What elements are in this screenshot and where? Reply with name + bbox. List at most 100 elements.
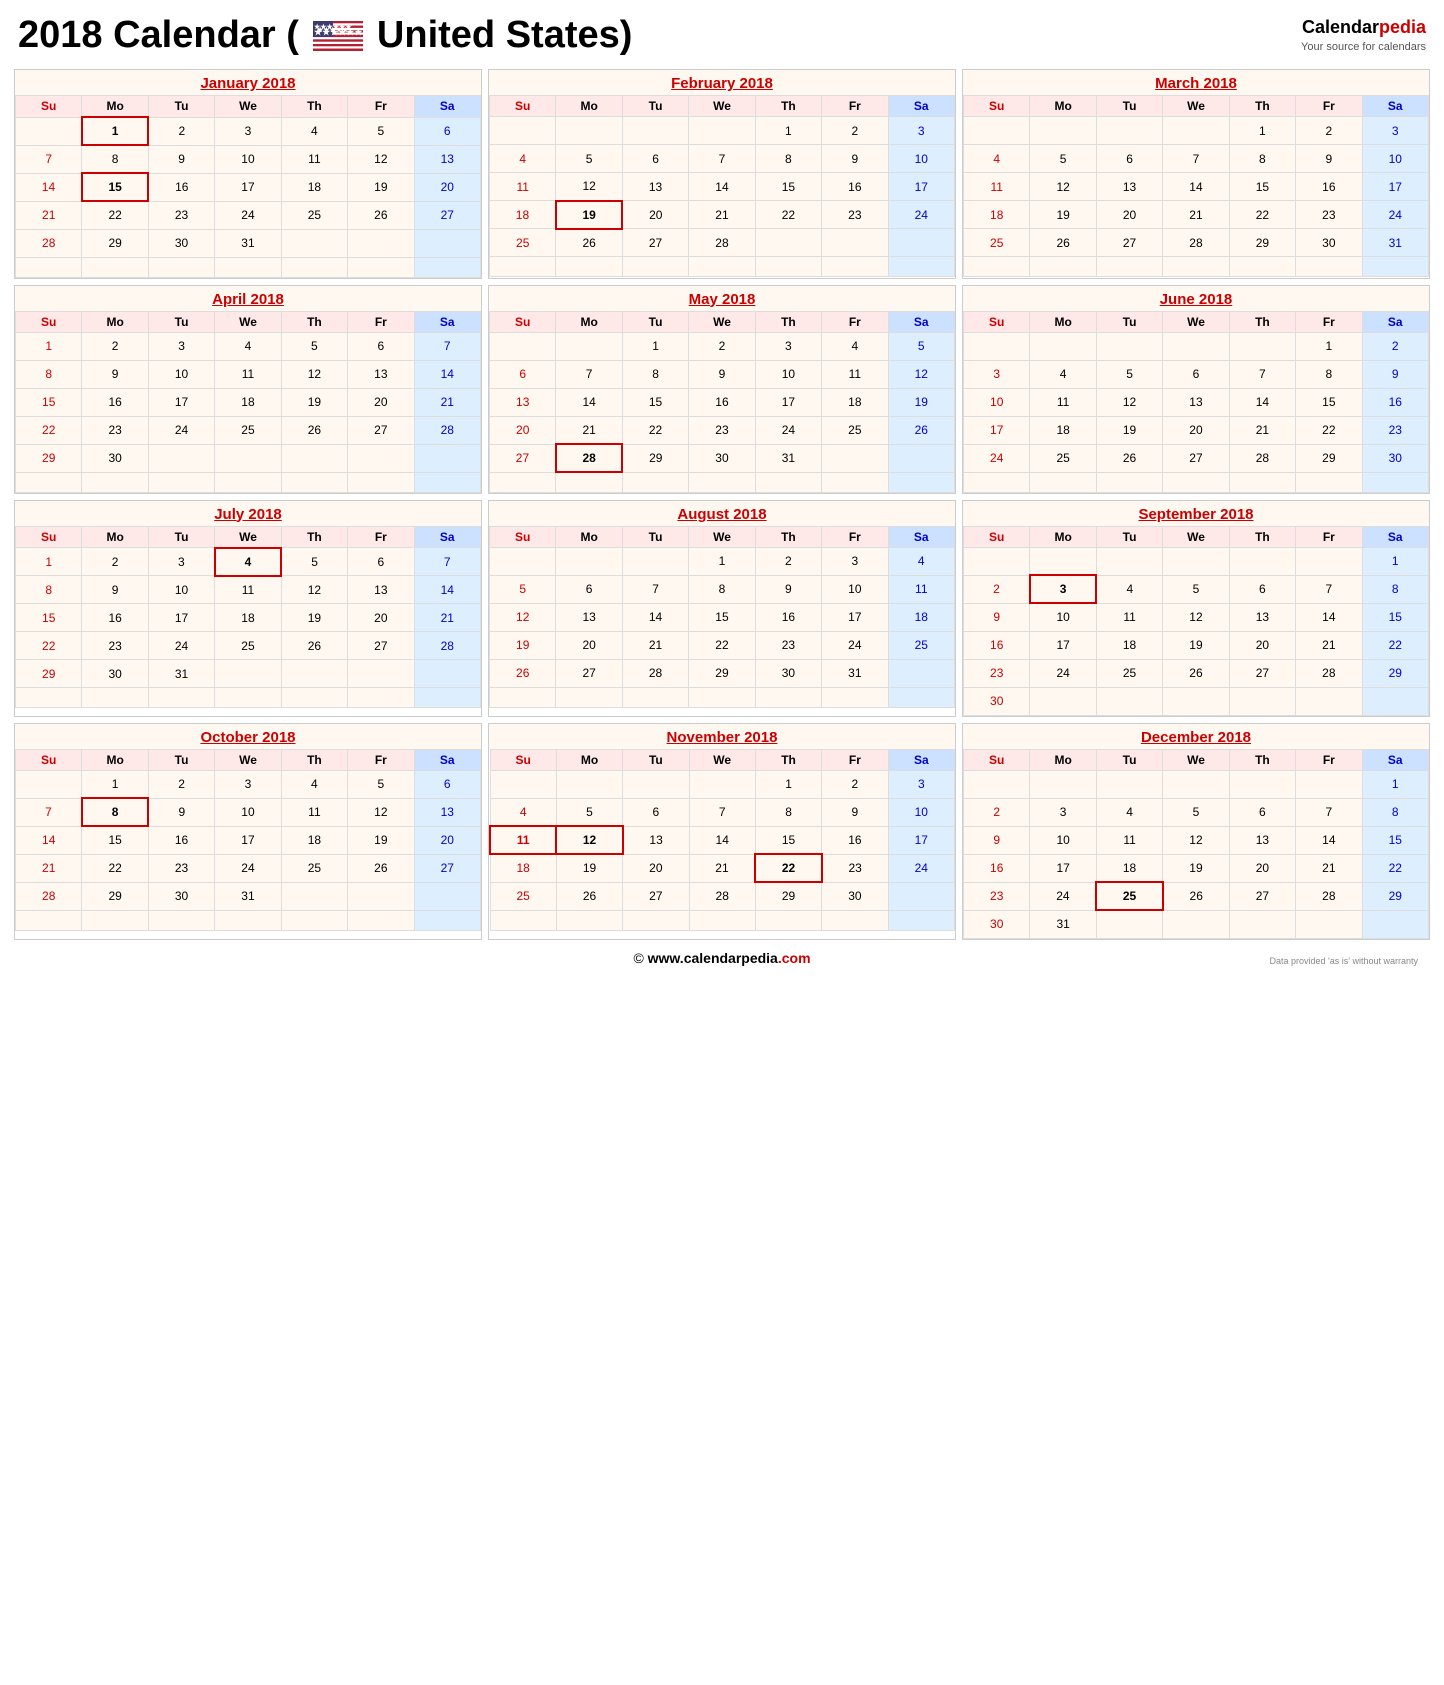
calendar-cell: 30	[82, 444, 148, 472]
day-header-we: We	[215, 749, 281, 770]
calendar-cell	[888, 910, 954, 930]
calendar-cell: 10	[148, 576, 214, 604]
month-title: February 2018	[489, 70, 955, 95]
day-header-fr: Fr	[348, 749, 414, 770]
calendar-cell	[1229, 770, 1295, 798]
day-header-mo: Mo	[556, 96, 622, 117]
calendar-cell	[1296, 910, 1362, 938]
calendar-cell: 21	[1296, 631, 1362, 659]
calendar-cell: 12	[490, 603, 556, 631]
calendar-cell: 29	[689, 659, 755, 687]
day-header-sa: Sa	[888, 749, 954, 770]
calendar-cell: 19	[1096, 416, 1162, 444]
calendar-cell: 18	[1096, 854, 1162, 882]
calendar-cell: 3	[964, 360, 1030, 388]
calendar-cell	[1030, 770, 1096, 798]
calendar-cell: 31	[1030, 910, 1096, 938]
calendar-cell: 7	[622, 575, 688, 603]
calendar-cell: 3	[148, 332, 214, 360]
calendar-cell	[281, 472, 347, 492]
calendar-cell	[490, 117, 556, 145]
calendar-cell	[348, 229, 414, 257]
calendar-cell	[1296, 257, 1362, 277]
calendar-cell: 28	[1296, 882, 1362, 910]
calendar-cell	[82, 257, 148, 277]
calendar-cell	[556, 547, 622, 575]
calendar-cell: 15	[82, 173, 148, 201]
calendar-cell: 30	[964, 910, 1030, 938]
calendar-cell: 7	[1163, 145, 1229, 173]
calendar-cell: 3	[148, 548, 214, 576]
calendar-cell	[148, 257, 214, 277]
calendar-cell	[148, 910, 214, 930]
calendar-cell: 1	[1362, 770, 1428, 798]
calendar-cell: 1	[82, 770, 148, 798]
calendar-cell: 6	[1163, 360, 1229, 388]
day-header-fr: Fr	[348, 526, 414, 548]
calendar-cell: 5	[1096, 360, 1162, 388]
calendar-cell: 31	[215, 229, 281, 257]
day-header-mo: Mo	[1030, 96, 1096, 117]
calendar-cell: 5	[1163, 575, 1229, 603]
calendar-cell: 15	[1362, 603, 1428, 631]
calendar-cell: 10	[215, 145, 281, 173]
calendar-cell: 11	[490, 173, 556, 201]
calendar-cell	[1362, 687, 1428, 715]
calendar-cell: 29	[755, 882, 821, 910]
day-header-sa: Sa	[888, 526, 954, 547]
calendar-cell	[623, 910, 689, 930]
month-block: January 2018SuMoTuWeThFrSa12345678910111…	[14, 69, 482, 279]
calendar-cell: 4	[964, 145, 1030, 173]
calendar-cell: 10	[888, 798, 954, 826]
month-table: SuMoTuWeThFrSa12345678910111213141516171…	[489, 311, 955, 493]
calendar-cell: 12	[888, 360, 954, 388]
calendar-cell	[689, 257, 755, 277]
day-header-sa: Sa	[1362, 96, 1428, 117]
day-header-we: We	[215, 96, 281, 118]
calendar-cell: 13	[1163, 388, 1229, 416]
calendar-cell: 11	[1030, 388, 1096, 416]
calendar-cell	[622, 547, 688, 575]
calendar-cell: 23	[148, 201, 214, 229]
calendar-cell	[281, 660, 347, 688]
calendar-cell: 9	[148, 145, 214, 173]
calendar-cell	[1096, 332, 1162, 360]
calendar-cell: 13	[348, 576, 414, 604]
calendar-cell: 7	[689, 798, 755, 826]
calendar-cell: 11	[888, 575, 954, 603]
calendar-cell: 17	[215, 826, 281, 854]
calendar-cell: 24	[1030, 659, 1096, 687]
day-header-su: Su	[490, 749, 556, 770]
calendar-cell: 24	[1362, 201, 1428, 229]
calendar-cell: 24	[148, 416, 214, 444]
calendar-cell: 1	[16, 332, 82, 360]
day-header-mo: Mo	[82, 526, 148, 548]
calendar-cell: 22	[755, 201, 821, 229]
calendar-cell: 19	[1030, 201, 1096, 229]
calendar-cell	[281, 257, 347, 277]
calendar-cell: 3	[822, 547, 888, 575]
calendar-cell: 7	[689, 145, 755, 173]
calendar-cell: 26	[1030, 229, 1096, 257]
day-header-sa: Sa	[414, 96, 480, 118]
day-header-su: Su	[16, 311, 82, 332]
calendar-cell: 21	[689, 201, 755, 229]
calendar-cell: 16	[1296, 173, 1362, 201]
calendar-cell	[414, 660, 480, 688]
footer: © www.calendarpedia.com Data provided 'a…	[10, 940, 1434, 970]
calendar-cell: 17	[1030, 631, 1096, 659]
calendar-cell: 22	[1362, 631, 1428, 659]
calendar-cell	[281, 688, 347, 708]
calendar-cell: 24	[822, 631, 888, 659]
calendar-cell	[1096, 770, 1162, 798]
calendar-cell: 24	[148, 632, 214, 660]
calendar-cell: 17	[148, 388, 214, 416]
calendar-cell: 20	[623, 854, 689, 882]
calendar-cell: 3	[1030, 575, 1096, 603]
calendar-cell	[822, 687, 888, 707]
calendar-cell	[822, 444, 888, 472]
calendar-cell	[414, 882, 480, 910]
calendar-cell: 8	[1296, 360, 1362, 388]
calendar-cell: 20	[348, 604, 414, 632]
calendar-cell: 4	[1096, 575, 1162, 603]
